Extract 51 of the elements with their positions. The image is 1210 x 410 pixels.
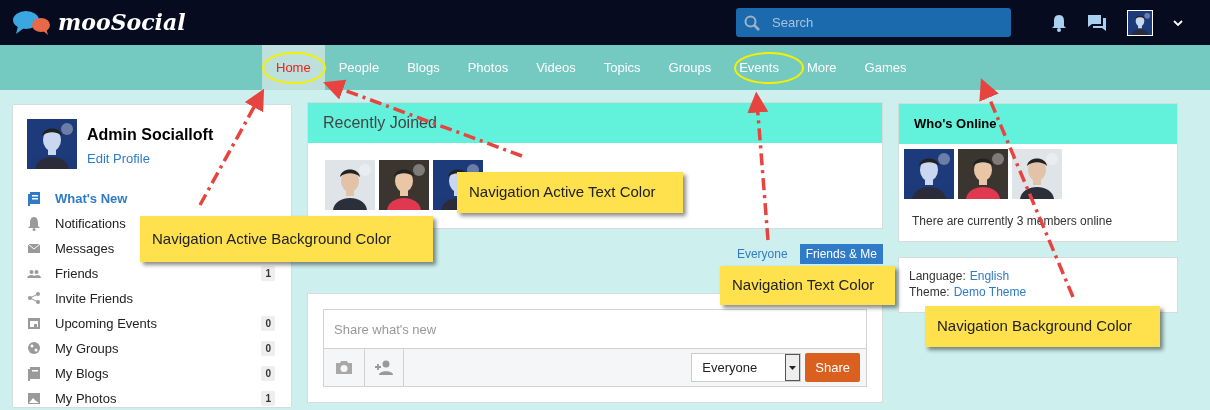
filter-tab[interactable]: Friends & Me [799, 244, 883, 264]
menu-item[interactable]: Invite Friends [55, 288, 134, 309]
callout-label: Navigation Active Text Color [457, 172, 683, 213]
callout-label: Navigation Text Color [720, 266, 895, 305]
highlight-ellipse [734, 52, 804, 84]
status-input[interactable]: Share what's new [324, 310, 866, 348]
menu-item[interactable]: Notifications [55, 213, 126, 234]
globe-icon [27, 341, 41, 356]
setting-link[interactable]: Demo Theme [953, 284, 1027, 300]
menu-item[interactable]: What's New [55, 188, 128, 209]
composer-box[interactable]: Share what's new Everyone Share [323, 309, 867, 387]
search-field[interactable]: Search [736, 8, 1011, 37]
highlight-ellipse [262, 52, 326, 84]
setting-label: Theme: [909, 284, 950, 300]
chat-icon[interactable] [1087, 13, 1107, 32]
bell-icon[interactable] [1051, 13, 1067, 32]
caret-icon[interactable] [1173, 19, 1183, 26]
count-badge: 0 [261, 366, 275, 381]
share-button[interactable]: Share [805, 353, 860, 382]
filter-tab[interactable]: Everyone [730, 244, 794, 264]
setting-link[interactable]: English [969, 268, 1010, 284]
calendar-icon [27, 316, 41, 331]
callout-label: Navigation Background Color [925, 306, 1160, 347]
search-icon [744, 14, 760, 31]
nav-tab[interactable]: Home [262, 45, 325, 90]
card-title: Who's Online [914, 115, 997, 134]
menu-item[interactable]: Upcoming Events [55, 313, 157, 334]
callout-label: Navigation Active Background Color [140, 216, 433, 262]
count-badge: 1 [261, 391, 275, 406]
document-icon [27, 366, 41, 381]
share-icon [27, 291, 41, 306]
count-badge: 1 [261, 266, 275, 281]
setting-label: Language: [909, 268, 966, 284]
menu-item[interactable]: My Photos [55, 388, 117, 407]
profile-name: Admin Socialloft [87, 125, 214, 145]
envelope-icon [27, 241, 41, 256]
menu-item[interactable]: Messages [55, 238, 115, 259]
count-badge: 0 [261, 316, 275, 331]
chat-bubbles-icon [12, 9, 52, 36]
count-badge: 0 [261, 341, 275, 356]
caret-icon [789, 365, 797, 370]
edit-profile-link[interactable]: Edit Profile [87, 149, 214, 169]
bell-icon [27, 216, 41, 231]
search-input[interactable]: Search [772, 12, 992, 33]
menu-item[interactable]: Friends [55, 263, 99, 284]
newspaper-icon [27, 191, 41, 206]
menu-item[interactable]: My Blogs [55, 363, 109, 384]
menu-item[interactable]: My Groups [55, 338, 119, 359]
logo-text[interactable]: mooSocial [58, 6, 186, 39]
privacy-select[interactable]: Everyone [691, 353, 802, 382]
add-user-icon[interactable] [374, 360, 394, 375]
